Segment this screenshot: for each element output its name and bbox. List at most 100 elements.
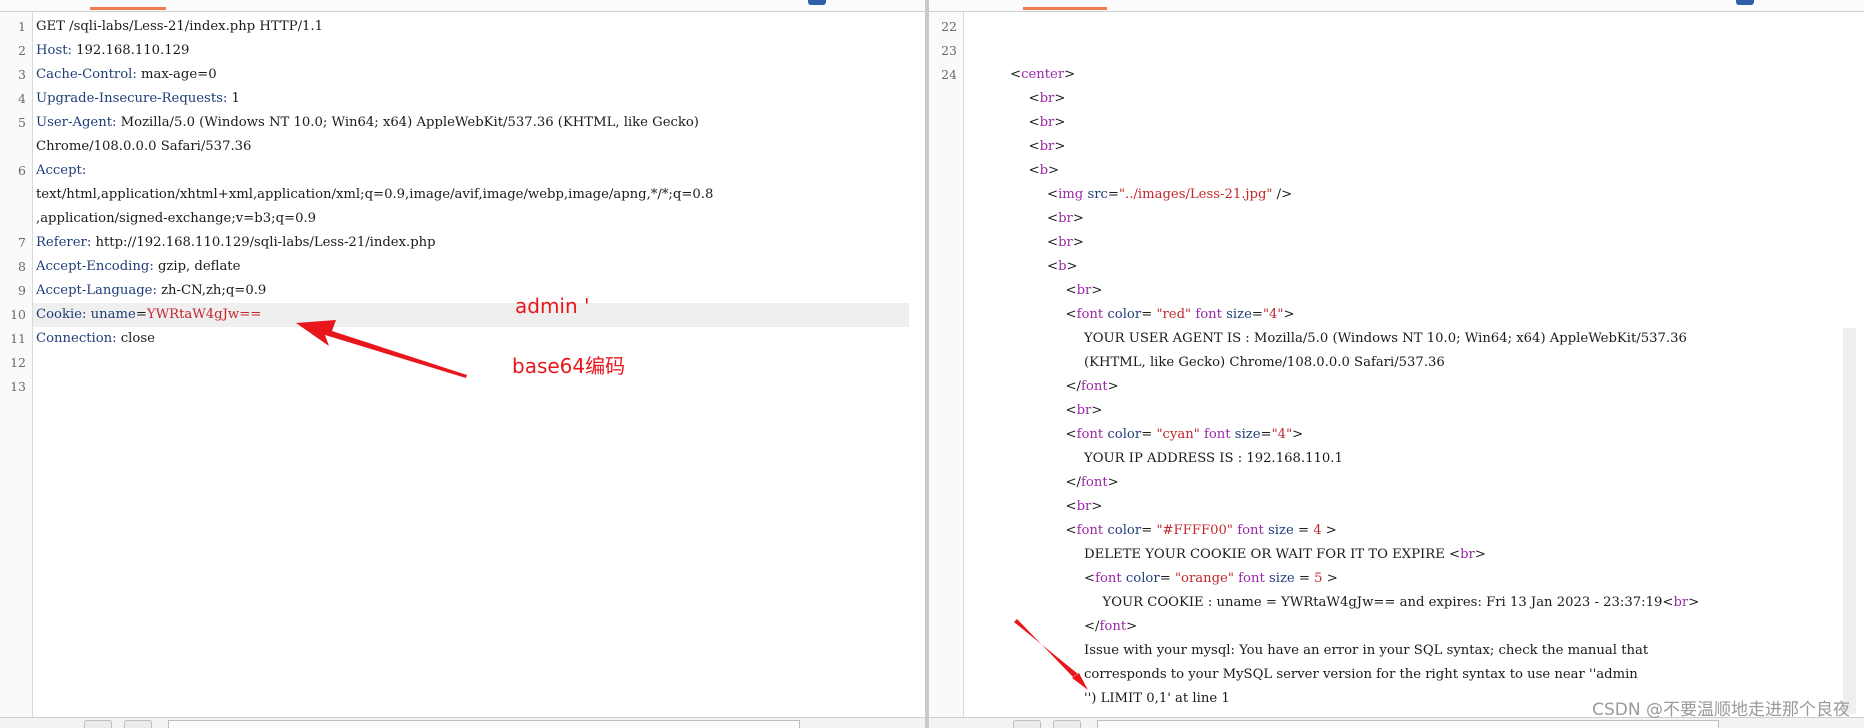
code-line: </font> — [929, 375, 1864, 399]
request-active-tab-indicator[interactable] — [90, 7, 166, 10]
code-token: src — [1087, 187, 1108, 202]
code-line: 23 — [929, 39, 1864, 63]
code-line: 1 GET /sqli-labs/Less-21/index.php HTTP/1… — [0, 15, 925, 39]
code-line: Issue with your mysql: You have an error… — [929, 639, 1864, 663]
code-token: Mozilla/5.0 (Windows NT 10.0; Win64; x64… — [116, 115, 699, 130]
code-token: < — [1028, 163, 1040, 178]
code-token: > — [1054, 91, 1066, 106]
code-line: YOUR USER AGENT IS : Mozilla/5.0 (Window… — [929, 327, 1864, 351]
request-navigate-button[interactable] — [124, 720, 152, 728]
code-token: < — [1010, 67, 1022, 82]
response-editor[interactable]: 22 23 24 <center> <br> <br> <br> <b> <img src=".… — [929, 15, 1864, 711]
code-token: = — [1260, 427, 1272, 442]
line-content: Referer: http://192.168.110.129/sqli-lab… — [36, 231, 436, 255]
request-options-icon[interactable] — [808, 0, 826, 5]
code-line: <br> — [929, 111, 1864, 135]
code-line: <br> — [929, 279, 1864, 303]
line-number: 13 — [10, 379, 26, 394]
code-token: > — [1107, 475, 1119, 490]
code-token: font — [1195, 307, 1222, 322]
request-editor[interactable]: 1 GET /sqli-labs/Less-21/index.php HTTP/1… — [0, 15, 925, 399]
code-token: br — [1058, 211, 1073, 226]
code-line: 24 <center> — [929, 63, 1864, 87]
line-content: <center> — [1010, 63, 1075, 87]
line-content: <br> — [1066, 495, 1103, 519]
code-token: Issue with your mysql: You have an error… — [1084, 643, 1649, 658]
code-token: b — [1058, 259, 1067, 274]
response-options-icon[interactable] — [1736, 0, 1754, 5]
line-content: <font color= "#FFFF00" font size = 4 > — [1066, 519, 1337, 543]
code-token: Cookie: — [36, 307, 87, 322]
code-token: < — [1084, 571, 1096, 586]
code-line: ,application/signed-exchange;v=b3;q=0.9 — [0, 207, 925, 231]
line-content: <font color= "cyan" font size="4"> — [1066, 423, 1304, 447]
code-line: <font color= "#FFFF00" font size = 4 > — [929, 519, 1864, 543]
response-scrollbar[interactable] — [1843, 328, 1856, 714]
code-token: < — [1662, 595, 1674, 610]
response-settings-button[interactable] — [1013, 720, 1041, 728]
code-token: < — [1065, 307, 1077, 322]
code-token: br — [1460, 547, 1475, 562]
line-content: GET /sqli-labs/Less-21/index.php HTTP/1.… — [36, 15, 323, 39]
code-token: img — [1058, 187, 1084, 202]
code-token: < — [1028, 115, 1040, 130]
line-content: <br> — [1047, 231, 1084, 255]
line-content: Chrome/108.0.0.0 Safari/537.36 — [36, 135, 251, 159]
code-token: font — [1076, 307, 1104, 322]
response-active-tab-indicator[interactable] — [1023, 7, 1107, 10]
code-token: DELETE YOUR COOKIE OR WAIT FOR IT TO EXP… — [1084, 547, 1450, 562]
line-content: User-Agent: Mozilla/5.0 (Windows NT 10.0… — [36, 111, 699, 135]
code-token: http://192.168.110.129/sqli-labs/Less-21… — [91, 235, 436, 250]
line-content: Issue with your mysql: You have an error… — [1084, 639, 1648, 663]
code-token: > — [1322, 571, 1338, 586]
line-number: 10 — [10, 307, 26, 322]
response-search-input[interactable] — [1097, 720, 1719, 728]
code-token: < — [1047, 259, 1059, 274]
line-content: text/html,application/xhtml+xml,applicat… — [36, 183, 713, 207]
line-content: Accept-Language: zh-CN,zh;q=0.9 — [36, 279, 266, 303]
line-number: 8 — [18, 259, 26, 274]
code-line: </font> — [929, 471, 1864, 495]
line-content: <font color= "orange" font size = 5 > — [1084, 567, 1338, 591]
code-token: Accept-Language: — [36, 283, 157, 298]
code-token: Chrome/108.0.0.0 Safari/537.36 — [36, 139, 252, 154]
code-token: GET /sqli-labs/Less-21/index.php HTTP/1.… — [36, 19, 323, 34]
code-token: br — [1076, 499, 1092, 514]
line-content: Connection: close — [36, 327, 155, 351]
line-content: Accept: — [36, 159, 86, 183]
code-token: > — [1048, 163, 1060, 178]
line-content: YOUR COOKIE : uname = YWRtaW4gJw== and e… — [1103, 591, 1700, 615]
code-line: 9 Accept-Language: zh-CN,zh;q=0.9 — [0, 279, 925, 303]
code-token: YOUR USER AGENT IS : Mozilla/5.0 (Window… — [1084, 331, 1687, 346]
code-token: font — [1076, 523, 1104, 538]
code-token: = — [1293, 523, 1314, 538]
line-content: <b> — [1029, 159, 1060, 183]
code-token: 5 — [1314, 571, 1323, 586]
code-token: < — [1449, 547, 1461, 562]
code-token: color — [1107, 307, 1142, 322]
code-token: max-age=0 — [136, 67, 217, 82]
code-line: <b> — [929, 255, 1864, 279]
code-token: > — [1064, 67, 1076, 82]
response-navigate-button[interactable] — [1053, 720, 1081, 728]
code-token: corresponds to your MySQL server version… — [1084, 667, 1638, 682]
code-token: size — [1226, 307, 1252, 322]
request-settings-button[interactable] — [84, 720, 112, 728]
code-line: <font color= "red" font size="4"> — [929, 303, 1864, 327]
csdn-watermark: CSDN @不要温顺地走进那个良夜 — [1592, 700, 1850, 720]
line-content: corresponds to your MySQL server version… — [1084, 663, 1638, 687]
code-line: text/html,application/xhtml+xml,applicat… — [0, 183, 925, 207]
code-token: YOUR IP ADDRESS IS : 192.168.110.1 — [1084, 451, 1343, 466]
code-token: close — [116, 331, 155, 346]
line-content: DELETE YOUR COOKIE OR WAIT FOR IT TO EXP… — [1084, 543, 1486, 567]
line-content: Accept-Encoding: gzip, deflate — [36, 255, 240, 279]
code-token: (KHTML, like Gecko) Chrome/108.0.0.0 Saf… — [1084, 355, 1445, 370]
code-line: 11 Connection: close — [0, 327, 925, 351]
request-search-input[interactable] — [168, 720, 800, 728]
code-token: < — [1028, 139, 1040, 154]
line-number: 5 — [18, 115, 26, 130]
code-line: <br> — [929, 135, 1864, 159]
line-content: <br> — [1029, 111, 1066, 135]
code-token: "4" — [1262, 307, 1284, 322]
code-token: "../images/Less-21.jpg" — [1118, 187, 1273, 202]
